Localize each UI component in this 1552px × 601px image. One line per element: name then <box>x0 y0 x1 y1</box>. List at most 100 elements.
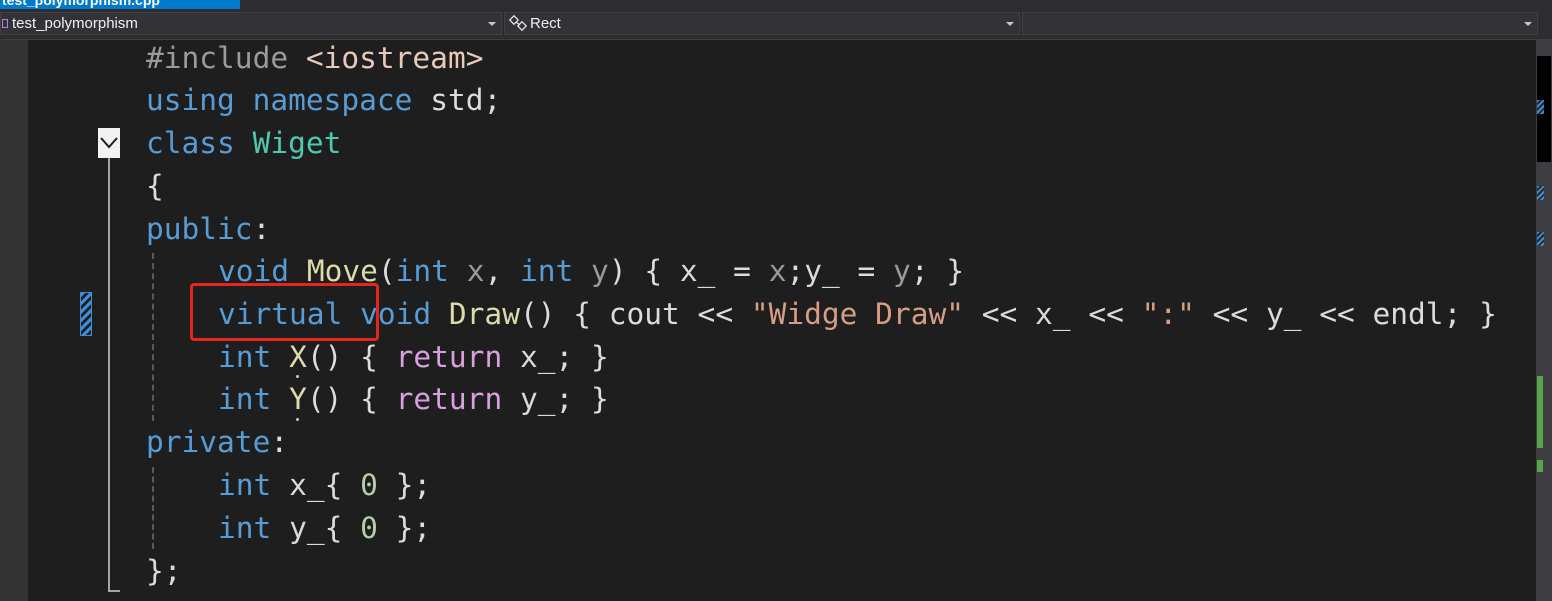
class-scope-icon <box>509 14 528 32</box>
operator: << <box>963 297 1036 331</box>
member-field: x_ <box>519 340 556 374</box>
operator: << <box>1194 297 1266 331</box>
file-tab-strip: test_polymorphism.cpp <box>0 0 1552 9</box>
file-tab-label: test_polymorphism.cpp <box>2 0 160 8</box>
code-line-8: int X() { return x_; } <box>146 336 609 379</box>
operator: << <box>1070 297 1142 331</box>
operator: = <box>839 254 894 288</box>
type-int: int <box>395 254 449 288</box>
code-line-3: class Wiget <box>146 122 341 165</box>
scope-dropdown-label: Rect <box>530 15 561 32</box>
scroll-saved-marker <box>1537 376 1543 448</box>
access-specifier: private <box>146 425 271 459</box>
member-field: y_ <box>519 382 556 416</box>
parameter: y <box>591 254 609 288</box>
keyword-class: class <box>146 126 235 160</box>
punctuation: ; } <box>910 254 965 288</box>
code-line-13: }; <box>146 550 182 593</box>
chevron-down-icon[interactable] <box>1006 22 1014 26</box>
punctuation: : <box>252 212 271 246</box>
member-field: x_ <box>679 254 716 288</box>
collapse-chevron-icon <box>100 137 118 149</box>
brace: }; <box>146 554 182 588</box>
function-name: Draw <box>448 297 520 331</box>
keyword-using: using <box>146 83 235 117</box>
function-name: Y <box>289 382 307 416</box>
punctuation: }; <box>377 511 432 545</box>
punctuation: ; <box>483 83 502 117</box>
scroll-change-marker <box>1537 100 1544 114</box>
keyword-return: return <box>395 382 503 416</box>
punctuation: : <box>270 425 289 459</box>
keyword-namespace: namespace <box>252 83 413 117</box>
parameter: x <box>466 254 485 288</box>
type-int: int <box>519 254 574 288</box>
member-dropdown[interactable] <box>1022 12 1538 35</box>
preprocessor-directive: #include <box>146 41 289 75</box>
parameter: y <box>893 254 911 288</box>
type-int: int <box>218 468 272 502</box>
number-literal: 0 <box>360 511 378 545</box>
punctuation: () { <box>306 340 396 374</box>
number-literal: 0 <box>360 468 378 502</box>
code-editor[interactable]: #include <iostream> using namespace std;… <box>0 40 1536 601</box>
function-name: X <box>289 340 307 374</box>
code-line-2: using namespace std; <box>146 79 501 122</box>
chevron-down-icon[interactable] <box>1524 22 1532 26</box>
scope-dropdown[interactable]: Rect <box>504 12 1020 35</box>
code-line-4: { <box>146 165 164 208</box>
punctuation: () { cout << <box>519 297 751 331</box>
punctuation: ) { <box>608 254 680 288</box>
project-dropdown-label: test_polymorphism <box>12 15 138 32</box>
scroll-change-marker <box>1537 232 1544 246</box>
chevron-down-icon[interactable] <box>488 22 496 26</box>
code-line-10: private: <box>146 421 288 464</box>
highlight-annotation-box <box>190 283 379 341</box>
outline-line <box>108 158 110 592</box>
navigation-bar: test_polymorphism Rect <box>0 9 1552 40</box>
punctuation: ; <box>786 254 805 288</box>
scroll-saved-marker <box>1537 460 1543 472</box>
class-name: Wiget <box>252 126 342 160</box>
keyword-return: return <box>395 340 503 374</box>
punctuation: ; } <box>555 382 609 416</box>
suggestion-dot <box>296 375 299 378</box>
string-literal: "Widge Draw" <box>750 297 964 331</box>
project-dropdown[interactable]: test_polymorphism <box>0 12 502 35</box>
punctuation: ( <box>377 254 396 288</box>
change-marker <box>80 292 92 336</box>
type-int: int <box>218 511 272 545</box>
punctuation: { <box>324 511 361 545</box>
type-int: int <box>218 382 272 416</box>
punctuation: << endl; } <box>1301 297 1497 331</box>
outline-line-end <box>108 590 120 592</box>
code-line-11: int x_{ 0 }; <box>146 464 431 507</box>
punctuation: }; <box>377 468 432 502</box>
namespace-name: std <box>430 83 484 117</box>
member-field: y_ <box>1265 297 1302 331</box>
punctuation: () { <box>306 382 396 416</box>
include-header: <iostream> <box>305 41 484 75</box>
member-field: y_ <box>804 254 840 288</box>
file-tab-active[interactable]: test_polymorphism.cpp <box>0 0 240 9</box>
string-literal: ":" <box>1141 297 1195 331</box>
code-line-5: public: <box>146 208 270 251</box>
access-specifier: public <box>146 212 253 246</box>
code-line-9: int Y() { return y_; } <box>146 378 609 421</box>
brace: { <box>146 169 164 203</box>
punctuation: ; } <box>555 340 609 374</box>
code-line-12: int y_{ 0 }; <box>146 507 431 550</box>
vertical-scrollbar[interactable] <box>1536 40 1552 601</box>
member-field: x_ <box>1035 297 1071 331</box>
scroll-change-marker <box>1537 186 1544 200</box>
indicator-margin <box>0 40 28 601</box>
parameter: x <box>768 254 787 288</box>
cpp-project-icon <box>2 19 8 28</box>
operator: = <box>715 254 769 288</box>
member-field: x_ <box>289 468 325 502</box>
code-line-1: #include <iostream> <box>146 40 483 80</box>
punctuation: { <box>324 468 361 502</box>
collapse-toggle[interactable] <box>98 128 120 158</box>
suggestion-dot <box>296 418 299 421</box>
member-field: y_ <box>289 511 325 545</box>
